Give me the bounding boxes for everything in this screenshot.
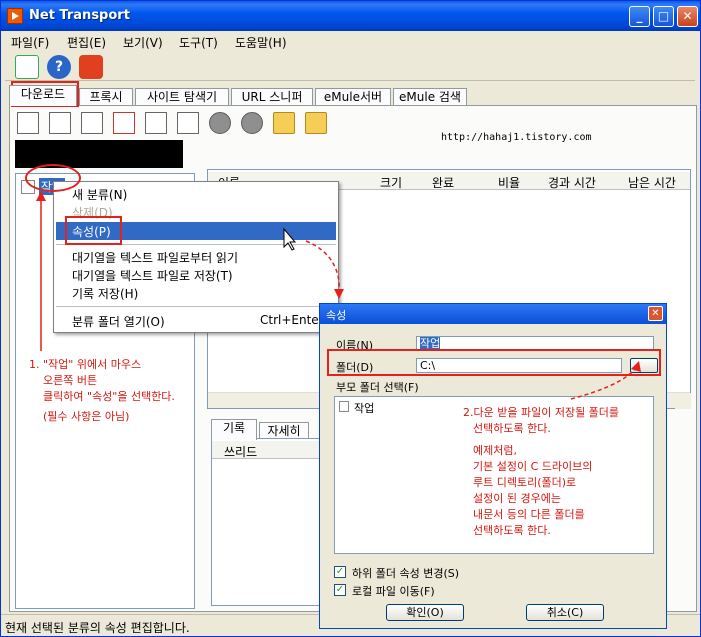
list-scroll-arrow[interactable] (675, 393, 691, 409)
note1-line: (필수 사항은 아님) (43, 410, 130, 423)
col-done[interactable]: 완료 (432, 174, 454, 191)
dialog-title-bar[interactable]: 속성 ✕ (320, 304, 666, 324)
note2-line: 선택하도록 한다. (473, 524, 551, 537)
menu-item-save-log[interactable]: 기록 저장(H) (72, 285, 138, 302)
menu-help[interactable]: 도움말(H) (235, 34, 287, 51)
col-remaining[interactable]: 남은 시간 (628, 174, 676, 191)
import-icon[interactable] (273, 112, 295, 134)
tab-url-sniffer[interactable]: URL 스니퍼 (231, 88, 313, 106)
move-files-checkbox[interactable]: ✓ (334, 584, 346, 596)
maximize-button[interactable]: □ (653, 6, 674, 27)
annotation-note-2: 2.다운 받을 파일이 저장될 폴더를 선택하도록 한다. 예제처럼, 기본 설… (463, 405, 619, 539)
window-title: Net Transport (29, 8, 130, 23)
context-menu: 새 분류(N) 삭제(D) 속성(P) 대기열을 텍스트 파일로부터 읽기 대기… (53, 181, 339, 333)
menu-item-new-category[interactable]: 새 분류(N) (72, 186, 127, 203)
annotation-note-1: 1. "작업" 위에서 마우스 오른쪽 버튼 클릭하여 "속성"을 선택한다. … (29, 357, 175, 425)
tree-item-task[interactable]: 작업 (354, 400, 374, 416)
tab-emule-server[interactable]: eMule서버 (315, 88, 391, 106)
subfolder-checkbox[interactable]: ✓ (334, 566, 346, 578)
download-toolbar (11, 108, 695, 140)
status-text: 현재 선택된 분류의 속성 편집합니다. (5, 621, 190, 635)
col-thread[interactable]: 쓰리드 (224, 443, 257, 460)
menu-bar: 파일(F) 편집(E) 보기(V) 도구(T) 도움말(H) (1, 31, 700, 51)
edit-task-icon[interactable] (15, 55, 39, 79)
schedule-icon[interactable] (113, 112, 135, 134)
log-header: 쓰리드 (212, 441, 320, 459)
note2-line: 내문서 등의 다른 폴더를 (473, 508, 585, 521)
note2-line: 루트 디렉토리(폴더)로 (473, 476, 577, 489)
tab-download[interactable]: 다운로드 (9, 85, 77, 106)
tab-log[interactable]: 기록 (211, 419, 257, 440)
note1-line: 클릭하여 "속성"을 선택한다. (43, 390, 175, 403)
speed-graph (15, 140, 183, 168)
note1-line: 1. "작업" 위에서 마우스 (29, 358, 142, 371)
col-elapsed[interactable]: 경과 시간 (548, 174, 596, 191)
menu-separator (56, 306, 336, 307)
note1-line: 오른쪽 버튼 (43, 374, 98, 387)
note2-line: 설정이 된 경우에는 (473, 492, 561, 505)
highlight-tree-root (25, 164, 81, 192)
task-icon (339, 401, 349, 412)
close-button[interactable]: ✕ (677, 6, 698, 27)
open-folder-icon[interactable] (305, 112, 327, 134)
note2-line: 2.다운 받을 파일이 저장될 폴더를 (463, 406, 620, 419)
app-window: Net Transport _ □ ✕ 파일(F) 편집(E) 보기(V) 도구… (0, 0, 701, 637)
menu-view[interactable]: 보기(V) (123, 34, 163, 51)
tab-proxy[interactable]: 프록시 (79, 88, 133, 106)
properties-icon[interactable] (177, 112, 199, 134)
menu-item-load-queue[interactable]: 대기열을 텍스트 파일로부터 읽기 (72, 249, 238, 266)
app-logo-icon (7, 8, 23, 24)
ok-button[interactable]: 확인(O) (386, 604, 464, 621)
note2-line: 선택하도록 한다. (473, 422, 551, 435)
stop-icon[interactable] (81, 112, 103, 134)
note2-line: 예제처럼, (473, 444, 517, 457)
col-size[interactable]: 크기 (380, 174, 402, 191)
pause-icon[interactable] (49, 112, 71, 134)
minimize-button[interactable]: _ (629, 6, 650, 27)
menu-tools[interactable]: 도구(T) (179, 34, 218, 51)
parent-folder-label: 부모 폴더 선택(F) (336, 381, 419, 394)
menu-file[interactable]: 파일(F) (11, 34, 49, 51)
watermark-url: http://hahaj1.tistory.com (441, 132, 592, 143)
main-toolbar: ? (5, 53, 695, 81)
col-ratio[interactable]: 비율 (498, 174, 520, 191)
title-bar[interactable]: Net Transport _ □ ✕ (1, 1, 700, 31)
power-icon[interactable] (79, 55, 103, 79)
tab-emule-search[interactable]: eMule 검색 (393, 88, 467, 106)
highlight-properties-item (65, 216, 122, 245)
highlight-folder-row (327, 349, 661, 376)
menu-shortcut: Ctrl+Enter (260, 313, 324, 327)
menu-item-open-folder[interactable]: 분류 폴더 열기(O) (72, 313, 165, 330)
dialog-close-button[interactable]: ✕ (648, 306, 663, 321)
subfolder-label: 하위 폴더 속성 변경(S) (352, 567, 460, 580)
note2-line: 기본 설정이 C 드라이브의 (473, 460, 593, 473)
log-pane[interactable]: 쓰리드 (211, 438, 321, 606)
cancel-button[interactable]: 취소(C) (526, 604, 604, 621)
help-icon[interactable]: ? (47, 55, 71, 79)
move-files-label: 로컬 파일 이동(F) (352, 585, 435, 598)
menu-edit[interactable]: 편집(E) (67, 34, 106, 51)
delete-icon[interactable] (145, 112, 167, 134)
tab-site-explorer[interactable]: 사이트 탐색기 (135, 88, 229, 106)
move-down-icon[interactable] (241, 112, 263, 134)
start-icon[interactable] (17, 112, 39, 134)
menu-item-save-queue[interactable]: 대기열을 텍스트 파일로 저장(T) (72, 267, 233, 284)
move-up-icon[interactable] (209, 112, 231, 134)
dialog-title: 속성 (326, 309, 347, 322)
